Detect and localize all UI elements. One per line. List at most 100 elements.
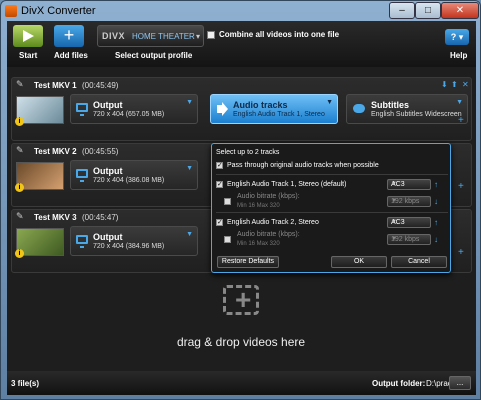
minimize-button[interactable]: – (389, 2, 415, 19)
track-checkbox[interactable] (216, 218, 223, 226)
output-selector[interactable]: Output 720 x 404 (657.05 MB) ▼ (70, 94, 198, 124)
bitrate-range: Min 16 Max 320 (237, 203, 280, 209)
pencil-icon[interactable]: ✎ (16, 80, 24, 89)
item-header: ✎ Test MKV 1 (00:45:49) ⬇ ⬆ ✕ (12, 78, 471, 92)
maximize-button[interactable]: □ (415, 2, 441, 19)
chevron-down-icon: ▼ (391, 219, 397, 225)
combine-label: Combine all videos into one file (219, 30, 340, 39)
track-name: English Audio Track 1, Stereo (default) (227, 181, 347, 188)
combine-checkbox[interactable] (207, 31, 215, 39)
popup-header: Select up to 2 tracks (216, 149, 280, 156)
output-detail: 720 x 404 (386.08 MB) (93, 177, 165, 184)
monitor-icon (76, 103, 88, 116)
chevron-down-icon: ▼ (186, 99, 193, 106)
codec-select[interactable]: AC3 ▼ (387, 217, 431, 228)
output-detail: 720 x 404 (384.96 MB) (93, 243, 165, 250)
item-title: Test MKV 1 (34, 81, 77, 90)
speech-bubble-icon (353, 104, 365, 113)
move-up-icon[interactable]: ⬆ (451, 80, 458, 89)
subtitles-detail: English Subtitles Widescreen (371, 111, 462, 118)
speaker-icon (217, 102, 228, 116)
video-item[interactable]: ✎ Test MKV 1 (00:45:49) ⬇ ⬆ ✕ i Output 7… (11, 77, 472, 141)
help-button[interactable]: ? ▾ (445, 29, 469, 45)
play-icon (23, 30, 34, 42)
add-files-label: Add files (54, 51, 88, 60)
output-label: Output (93, 166, 123, 176)
divider (216, 212, 448, 213)
browse-button[interactable]: ... (449, 376, 471, 390)
chevron-down-icon: ▼ (391, 198, 397, 204)
info-icon[interactable]: i (15, 183, 24, 192)
track-name: English Audio Track 2, Stereo (227, 219, 319, 226)
profile-name: HOME THEATER (132, 32, 195, 41)
app-window: DivX Converter – □ ✕ Start + Add files D… (0, 0, 481, 400)
track-checkbox[interactable] (216, 180, 223, 188)
passthrough-checkbox[interactable] (216, 161, 223, 169)
audio-tracks-popup: Select up to 2 tracks Pass through origi… (211, 143, 451, 273)
move-down-icon[interactable]: ↓ (434, 197, 438, 206)
video-thumbnail: i (15, 162, 64, 192)
start-label: Start (19, 51, 38, 60)
passthrough-label: Pass through original audio tracks when … (227, 162, 379, 169)
title-bar: DivX Converter – □ ✕ (1, 1, 480, 21)
chevron-down-icon: ▼ (186, 165, 193, 172)
profile-dropdown[interactable]: DIVX HOME THEATER ▾ (97, 25, 204, 47)
file-count: 3 file(s) (11, 379, 40, 388)
output-folder-label: Output folder: (372, 379, 426, 388)
item-title: Test MKV 2 (34, 147, 77, 156)
move-down-icon[interactable]: ⬇ (441, 80, 448, 89)
close-button[interactable]: ✕ (441, 2, 479, 19)
bitrate-checkbox[interactable] (224, 198, 231, 205)
bitrate-select[interactable]: 192 kbps ▼ (387, 196, 431, 207)
drop-zone[interactable]: drag & drop videos here (11, 257, 472, 369)
add-icon[interactable]: + (458, 116, 468, 126)
output-label: Output (93, 100, 123, 110)
divx-app-icon (5, 5, 17, 17)
divx-logo: DIVX (102, 31, 126, 41)
add-icon[interactable]: + (458, 182, 468, 192)
move-up-icon[interactable]: ↑ (434, 218, 438, 227)
start-button[interactable] (13, 25, 43, 47)
add-dashed-icon (223, 284, 259, 316)
pencil-icon[interactable]: ✎ (16, 146, 24, 155)
add-files-button[interactable]: + (54, 25, 84, 47)
chevron-down-icon: ▼ (391, 236, 397, 242)
bitrate-label: Audio bitrate (kbps): (237, 193, 300, 200)
output-label: Output (93, 232, 123, 242)
toolbar: Start + Add files DIVX HOME THEATER ▾ Se… (7, 21, 476, 67)
drop-text: drag & drop videos here (176, 335, 306, 349)
question-icon: ? (450, 32, 457, 42)
chevron-down-icon: ▼ (391, 181, 397, 187)
client-area: Start + Add files DIVX HOME THEATER ▾ Se… (7, 21, 476, 395)
subtitles-label: Subtitles (371, 100, 410, 110)
restore-defaults-button[interactable]: Restore Defaults (217, 256, 279, 268)
window-title: DivX Converter (21, 5, 96, 17)
output-selector[interactable]: Output 720 x 404 (384.96 MB) ▼ (70, 226, 198, 256)
bitrate-select[interactable]: 192 kbps ▼ (387, 234, 431, 245)
remove-icon[interactable]: ✕ (462, 80, 469, 89)
monitor-icon (76, 235, 88, 248)
move-up-icon[interactable]: ↑ (434, 180, 438, 189)
move-down-icon[interactable]: ↓ (434, 235, 438, 244)
subtitles-selector[interactable]: Subtitles English Subtitles Widescreen ▼ (346, 94, 468, 124)
chevron-down-icon: ▼ (186, 231, 193, 238)
chevron-down-icon: ▼ (326, 99, 333, 106)
pencil-icon[interactable]: ✎ (16, 212, 24, 221)
output-selector[interactable]: Output 720 x 404 (386.08 MB) ▼ (70, 160, 198, 190)
divider (216, 174, 448, 175)
audio-tracks-selector[interactable]: Audio tracks English Audio Track 1, Ster… (210, 94, 338, 124)
cancel-button[interactable]: Cancel (391, 256, 447, 268)
bitrate-label: Audio bitrate (kbps): (237, 231, 300, 238)
ok-button[interactable]: OK (331, 256, 387, 268)
chevron-down-icon: ▼ (456, 99, 463, 106)
item-duration: (00:45:49) (82, 81, 119, 90)
plus-icon: + (63, 25, 75, 45)
info-icon[interactable]: i (15, 117, 24, 126)
output-detail: 720 x 404 (657.05 MB) (93, 111, 165, 118)
item-title: Test MKV 3 (34, 213, 77, 222)
codec-select[interactable]: AC3 ▼ (387, 179, 431, 190)
bitrate-checkbox[interactable] (224, 236, 231, 243)
audio-label: Audio tracks (233, 100, 288, 110)
video-thumbnail: i (15, 96, 64, 126)
bitrate-range: Min 16 Max 320 (237, 241, 280, 247)
